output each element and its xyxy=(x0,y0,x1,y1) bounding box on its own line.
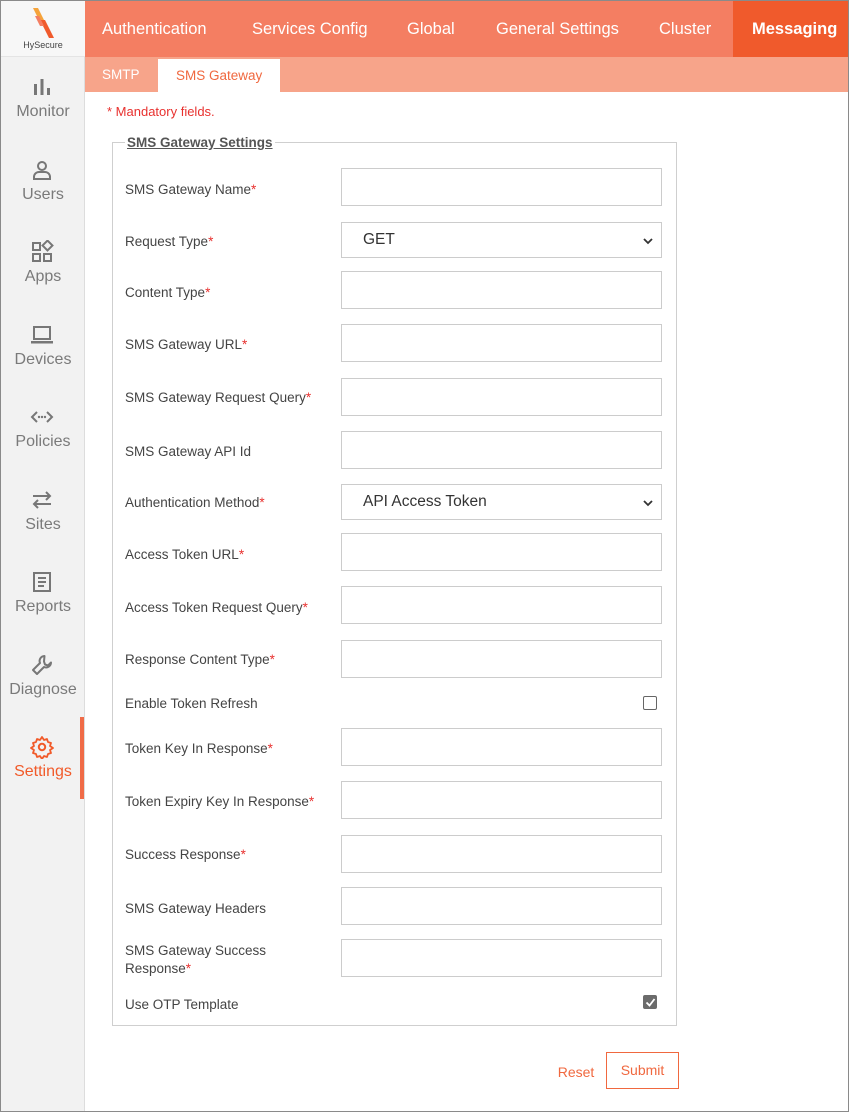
sidebar-item-label: Devices xyxy=(14,351,72,368)
success-response-label: Success Response* xyxy=(125,847,246,862)
enable-token-refresh-checkbox[interactable] xyxy=(643,696,657,710)
subtab-smtp[interactable]: SMTP xyxy=(102,57,140,92)
access-token-url-label: Access Token URL* xyxy=(125,547,245,562)
sidebar: HySecure Monitor Users Apps Devices Poli… xyxy=(1,1,85,1111)
sidebar-item-devices[interactable]: Devices xyxy=(1,315,85,385)
sms-gateway-api-id-input[interactable] xyxy=(341,431,662,469)
wrench-icon xyxy=(32,655,52,675)
sms-gateway-url-input[interactable] xyxy=(341,324,662,362)
sms-gateway-headers-label: SMS Gateway Headers xyxy=(125,901,267,916)
fieldset-legend: SMS Gateway Settings xyxy=(125,135,275,150)
sidebar-item-label: Monitor xyxy=(16,103,70,120)
apps-grid-icon xyxy=(32,240,54,262)
sms-gateway-name-input[interactable] xyxy=(341,168,662,206)
chevron-down-icon xyxy=(643,500,653,507)
sidebar-item-label: Apps xyxy=(24,268,62,285)
sidebar-item-label: Settings xyxy=(14,763,72,780)
sidebar-item-reports[interactable]: Reports xyxy=(1,562,85,632)
sidebar-item-sites[interactable]: Sites xyxy=(1,480,85,550)
response-content-type-label: Response Content Type* xyxy=(125,652,275,667)
use-otp-template-checkbox[interactable] xyxy=(643,995,657,1009)
token-expiry-key-in-response-input[interactable] xyxy=(341,781,662,819)
brand-name: HySecure xyxy=(23,40,63,50)
sidebar-item-diagnose[interactable]: Diagnose xyxy=(1,645,85,715)
sidebar-item-label: Sites xyxy=(25,516,61,533)
request-type-select[interactable]: GET xyxy=(341,222,662,258)
sidebar-item-apps[interactable]: Apps xyxy=(1,232,85,302)
token-key-in-response-input[interactable] xyxy=(341,728,662,766)
logo[interactable]: HySecure xyxy=(1,1,85,57)
hysecure-logo-icon xyxy=(33,8,54,38)
authentication-method-value: API Access Token xyxy=(363,493,487,510)
chevron-down-icon xyxy=(643,238,653,245)
code-arrows-icon xyxy=(30,411,54,423)
tab-cluster[interactable]: Cluster xyxy=(659,1,711,57)
sms-gateway-request-query-input[interactable] xyxy=(341,378,662,416)
use-otp-template-label: Use OTP Template xyxy=(125,997,239,1012)
checkmark-icon xyxy=(645,998,656,1007)
sidebar-item-users[interactable]: Users xyxy=(1,150,85,220)
enable-token-refresh-label: Enable Token Refresh xyxy=(125,696,258,711)
gear-icon xyxy=(30,736,54,759)
sms-gateway-url-label: SMS Gateway URL* xyxy=(125,337,248,352)
authentication-method-select[interactable]: API Access Token xyxy=(341,484,662,520)
token-key-in-response-label: Token Key In Response* xyxy=(125,741,273,756)
sidebar-item-label: Diagnose xyxy=(9,681,77,698)
sms-gateway-api-id-label: SMS Gateway API Id xyxy=(125,444,252,459)
top-nav: Authentication Services Config Global Ge… xyxy=(85,1,848,57)
success-response-input[interactable] xyxy=(341,835,662,873)
sidebar-item-label: Policies xyxy=(15,433,71,450)
tab-services-config[interactable]: Services Config xyxy=(252,1,368,57)
access-token-request-query-label: Access Token Request Query* xyxy=(125,600,308,615)
sms-gateway-success-response-input[interactable] xyxy=(341,939,662,977)
tab-global[interactable]: Global xyxy=(407,1,455,57)
tab-authentication[interactable]: Authentication xyxy=(102,1,207,57)
mandatory-note: * Mandatory fields. xyxy=(107,104,215,119)
access-token-request-query-input[interactable] xyxy=(341,586,662,624)
sms-gateway-name-label: SMS Gateway Name* xyxy=(125,182,257,197)
laptop-icon xyxy=(31,326,53,344)
sidebar-item-settings[interactable]: Settings xyxy=(1,727,85,797)
user-icon xyxy=(33,161,51,180)
subtab-sms-gateway[interactable]: SMS Gateway xyxy=(158,57,281,92)
content-type-input[interactable] xyxy=(341,271,662,309)
reset-button[interactable]: Reset xyxy=(550,1057,602,1087)
content-type-label: Content Type* xyxy=(125,285,211,300)
submit-button[interactable]: Submit xyxy=(606,1052,679,1089)
document-icon xyxy=(33,572,51,592)
request-type-value: GET xyxy=(363,231,395,248)
tab-general-settings[interactable]: General Settings xyxy=(496,1,619,57)
sms-gateway-request-query-label: SMS Gateway Request Query* xyxy=(125,390,312,405)
sms-gateway-success-response-label: SMS Gateway Success Response* xyxy=(125,943,267,976)
sidebar-item-policies[interactable]: Policies xyxy=(1,397,85,467)
token-expiry-key-in-response-label: Token Expiry Key In Response* xyxy=(125,794,315,809)
sidebar-item-label: Reports xyxy=(14,598,72,615)
swap-arrows-icon xyxy=(32,491,52,509)
app-window: HySecure Monitor Users Apps Devices Poli… xyxy=(0,0,849,1112)
sidebar-active-indicator xyxy=(80,717,84,799)
tab-messaging[interactable]: Messaging xyxy=(733,1,848,57)
sub-nav: SMTP SMS Gateway xyxy=(85,57,848,92)
access-token-url-input[interactable] xyxy=(341,533,662,571)
request-type-label: Request Type* xyxy=(125,234,214,249)
sidebar-item-label: Users xyxy=(22,186,64,203)
sidebar-item-monitor[interactable]: Monitor xyxy=(1,67,85,137)
response-content-type-input[interactable] xyxy=(341,640,662,678)
sms-gateway-headers-input[interactable] xyxy=(341,887,662,925)
authentication-method-label: Authentication Method* xyxy=(125,495,265,510)
bar-chart-icon xyxy=(34,79,50,95)
